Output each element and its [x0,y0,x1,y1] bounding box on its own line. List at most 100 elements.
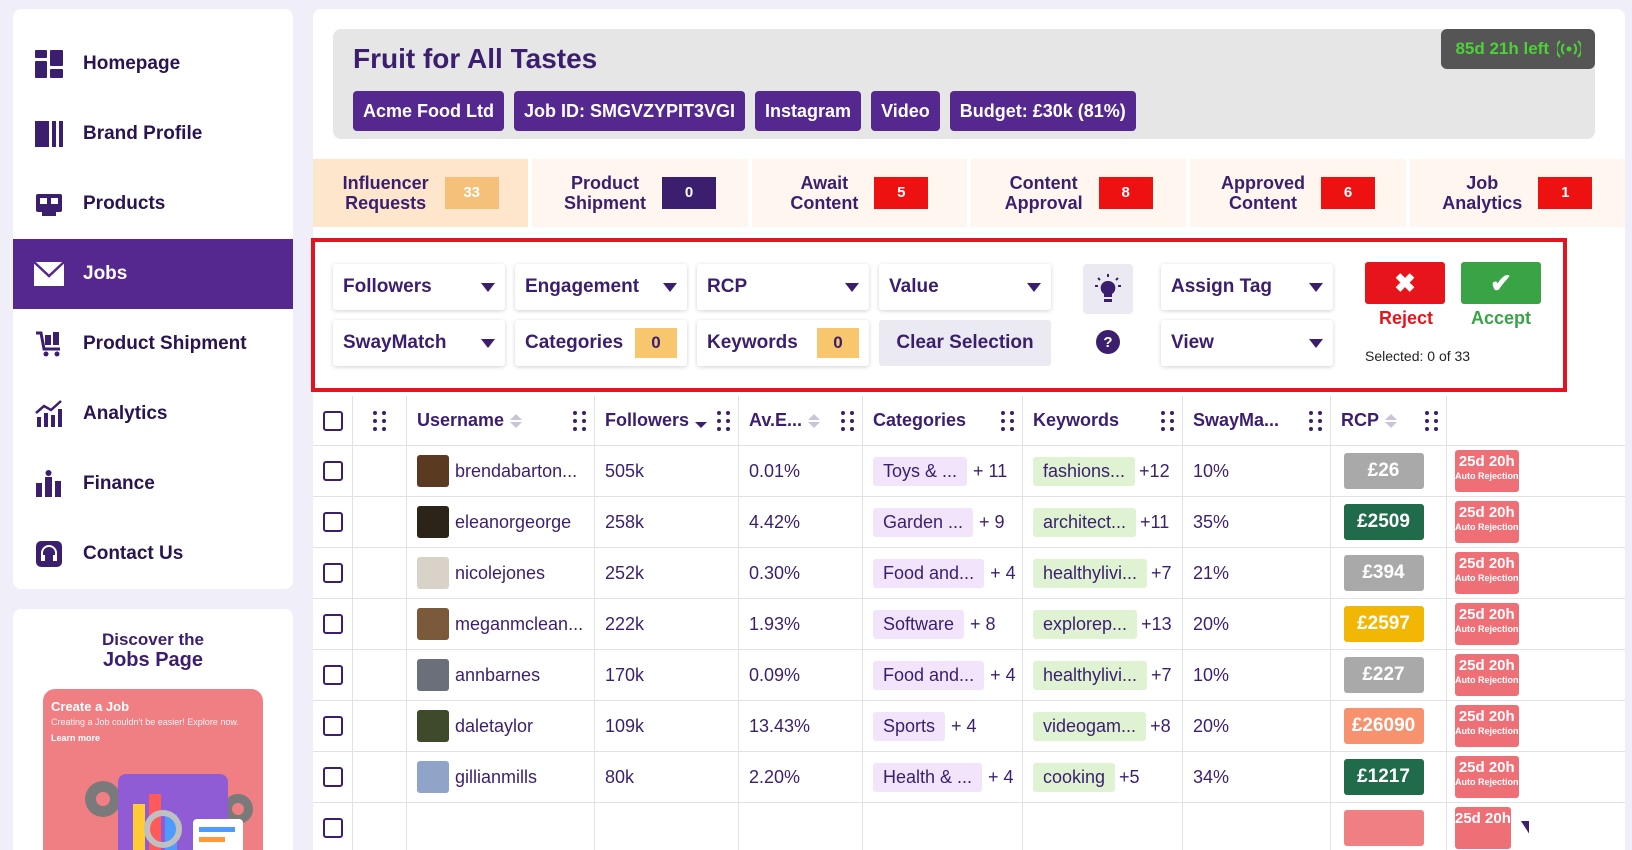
keyword-more[interactable]: +11 [1140,512,1169,533]
username-cell[interactable]: eleanorgeorge [407,497,595,547]
tab-influencer-requests[interactable]: Influencer Requests 33 [313,159,529,227]
row-checkbox[interactable] [322,512,343,532]
category-more[interactable]: + 8 [970,614,996,635]
keyword-more[interactable]: +13 [1141,614,1172,635]
category-more[interactable]: + 11 [973,461,1007,482]
username[interactable]: daletaylor [455,716,533,737]
swaymatch-filter[interactable]: SwayMatch [333,320,505,366]
keyword-more[interactable]: +8 [1150,716,1171,737]
keyword-tag[interactable]: explorep... [1033,609,1138,639]
drag-handle-icon[interactable] [717,410,730,431]
header-followers[interactable]: Followers [595,396,739,445]
category-tag[interactable]: Toys & ... [873,456,968,486]
sort-icon[interactable] [510,413,523,428]
drag-handle-icon[interactable] [1425,410,1438,431]
lightbulb-icon[interactable] [1083,264,1133,314]
keyword-tag[interactable]: architect... [1033,507,1137,537]
username[interactable]: eleanorgeorge [455,512,571,533]
reject-button[interactable]: ✖ [1365,262,1445,304]
header-username[interactable]: Username [407,396,595,445]
category-tag[interactable]: Health & ... [873,762,983,792]
row-checkbox[interactable] [322,716,343,736]
table-row[interactable]: annbarnes 170k 0.09% Food and... + 4 healthyl… [313,650,1625,701]
header-swaymatch[interactable]: SwayMa... [1183,396,1331,445]
category-more[interactable]: + 4 [988,767,1014,788]
value-filter[interactable]: Value [879,264,1051,310]
sort-icon[interactable] [808,413,821,428]
keyword-more[interactable]: +7 [1151,665,1172,686]
row-checkbox[interactable] [322,767,343,787]
sidebar-item-product-shipment[interactable]: Product Shipment [13,309,293,379]
username-cell[interactable]: annbarnes [407,650,595,700]
sidebar-item-brand-profile[interactable]: Brand Profile [13,99,293,169]
row-checkbox[interactable] [322,665,343,685]
sidebar-item-finance[interactable]: Finance [13,449,293,519]
tab-product-shipment[interactable]: Product Shipment 0 [532,159,748,227]
sort-icon[interactable] [695,414,708,428]
tab-content-approval[interactable]: Content Approval 8 [970,159,1187,227]
table-row[interactable]: gillianmills 80k 2.20% Health & ... + 4 cooki… [313,752,1625,803]
username-cell[interactable]: gillianmills [407,752,595,802]
keyword-tag[interactable]: fashions... [1033,456,1136,486]
category-more[interactable]: + 4 [990,665,1016,686]
row-checkbox[interactable] [322,614,343,634]
category-more[interactable]: + 4 [990,563,1016,584]
tab-approved-content[interactable]: Approved Content 6 [1190,159,1406,227]
table-row[interactable]: 25d 20h [313,803,1625,850]
username[interactable]: annbarnes [455,665,540,686]
keywords-filter[interactable]: Keywords 0 [697,320,869,366]
username[interactable]: meganmclean... [455,614,583,635]
sidebar-item-products[interactable]: Products [13,169,293,239]
table-row[interactable]: brendabarton... 505k 0.01% Toys & ... + 11 fa… [313,446,1625,497]
drag-handle-icon[interactable] [1161,410,1174,431]
expand-row-icon[interactable] [1520,821,1529,835]
username-cell[interactable] [407,803,595,850]
drag-handle-icon[interactable] [573,410,586,431]
drag-handle-icon[interactable] [841,410,854,431]
keyword-tag[interactable]: healthylivi... [1033,558,1148,588]
username[interactable]: gillianmills [455,767,537,788]
header-rcp[interactable]: RCP [1331,396,1447,445]
username-cell[interactable]: brendabarton... [407,446,595,496]
help-icon[interactable]: ? [1096,330,1120,354]
username[interactable]: nicolejones [455,563,545,584]
engagement-filter[interactable]: Engagement [515,264,687,310]
table-row[interactable]: daletaylor 109k 13.43% Sports + 4 videogam...… [313,701,1625,752]
table-row[interactable]: meganmclean... 222k 1.93% Software + 8 explor… [313,599,1625,650]
table-row[interactable]: eleanorgeorge 258k 4.42% Garden ... + 9 archi… [313,497,1625,548]
assign-tag-dropdown[interactable]: Assign Tag [1161,264,1333,310]
sidebar-item-analytics[interactable]: Analytics [13,379,293,449]
row-checkbox[interactable] [322,563,343,583]
username[interactable]: brendabarton... [455,461,577,482]
header-keywords[interactable]: Keywords [1023,396,1183,445]
drag-handle-icon[interactable] [373,410,386,431]
promo-learn-more-link[interactable]: Learn more [51,733,255,743]
category-tag[interactable]: Food and... [873,660,985,690]
sidebar-item-jobs[interactable]: Jobs [13,239,293,309]
keyword-more[interactable]: +12 [1139,461,1170,482]
category-tag[interactable]: Garden ... [873,507,974,537]
sidebar-item-homepage[interactable]: Homepage [13,29,293,99]
categories-filter[interactable]: Categories 0 [515,320,687,366]
drag-handle-icon[interactable] [1309,410,1322,431]
followers-filter[interactable]: Followers [333,264,505,310]
keyword-tag[interactable]: healthylivi... [1033,660,1148,690]
select-all-checkbox[interactable] [322,410,343,431]
keyword-more[interactable]: +7 [1151,563,1172,584]
keyword-tag[interactable]: videogam... [1033,711,1147,741]
keyword-more[interactable]: +5 [1119,767,1140,788]
rcp-filter[interactable]: RCP [697,264,869,310]
category-more[interactable]: + 9 [979,512,1005,533]
username-cell[interactable]: daletaylor [407,701,595,751]
username-cell[interactable]: meganmclean... [407,599,595,649]
header-categories[interactable]: Categories [863,396,1023,445]
sort-icon[interactable] [1385,413,1398,428]
accept-button[interactable]: ✔ [1461,262,1541,304]
username-cell[interactable]: nicolejones [407,548,595,598]
sidebar-item-contact-us[interactable]: Contact Us [13,519,293,589]
category-more[interactable]: + 4 [951,716,977,737]
clear-selection-button[interactable]: Clear Selection [879,320,1051,366]
tab-job-analytics[interactable]: Job Analytics 1 [1409,159,1625,227]
category-tag[interactable]: Sports [873,711,946,741]
category-tag[interactable]: Food and... [873,558,985,588]
